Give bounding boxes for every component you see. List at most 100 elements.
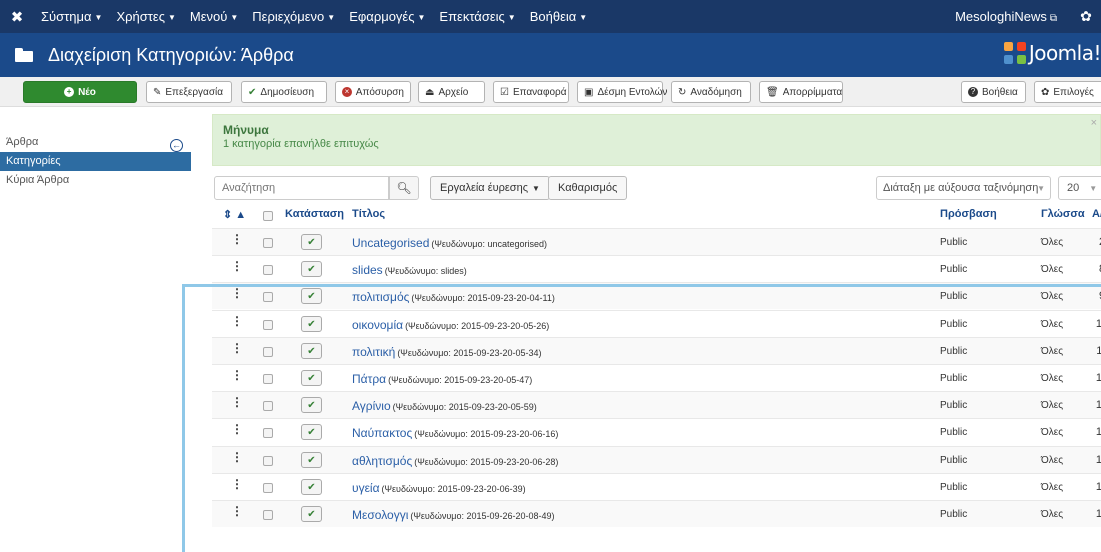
menu-menus[interactable]: Μενού ▼ <box>183 9 245 24</box>
header-id[interactable]: Α/Α <box>1092 208 1101 220</box>
menu-extensions[interactable]: Επεκτάσεις ▼ <box>432 9 522 24</box>
published-status-button[interactable]: ✔ <box>301 506 322 522</box>
drag-handle-icon[interactable]: ⋮ <box>231 369 243 381</box>
drag-handle-icon[interactable]: ⋮ <box>231 423 243 435</box>
row-checkbox[interactable] <box>263 483 273 493</box>
row-checkbox[interactable] <box>263 238 273 248</box>
header-access[interactable]: Πρόσβαση <box>940 208 997 220</box>
menu-users[interactable]: Χρήστες ▼ <box>109 9 182 24</box>
row-checkbox[interactable] <box>263 510 273 520</box>
category-title-link[interactable]: Πάτρα <box>352 372 386 386</box>
published-status-button[interactable]: ✔ <box>301 343 322 359</box>
drag-handle-icon[interactable]: ⋮ <box>231 505 243 517</box>
category-alias: (Ψευδώνυμο: 2015-09-23-20-04-11) <box>411 293 555 303</box>
help-icon: ? <box>968 87 978 97</box>
trash-button[interactable]: 🗑 Απορρίμματα <box>759 81 843 103</box>
published-status-button[interactable]: ✔ <box>301 261 322 277</box>
sidebar-item-featured[interactable]: Κύρια Άρθρα <box>0 171 191 190</box>
published-status-button[interactable]: ✔ <box>301 479 322 495</box>
clear-button[interactable]: Καθαρισμός <box>548 176 628 200</box>
help-button[interactable]: ? Βοήθεια <box>961 81 1026 103</box>
drag-handle-icon[interactable]: ⋮ <box>231 260 243 272</box>
category-title-link[interactable]: αθλητισμός <box>352 454 412 468</box>
search-icon: 🔍︎ <box>396 181 412 195</box>
row-checkbox[interactable] <box>263 320 273 330</box>
header-language[interactable]: Γλώσσα <box>1041 208 1085 220</box>
category-title-link[interactable]: οικονομία <box>352 318 403 332</box>
row-checkbox[interactable] <box>263 265 273 275</box>
category-title-link[interactable]: Uncategorised <box>352 236 429 250</box>
drag-handle-icon[interactable]: ⋮ <box>231 478 243 490</box>
unpublish-button[interactable]: × Απόσυρση <box>335 81 411 103</box>
edit-button[interactable]: ✎ Επεξεργασία <box>146 81 232 103</box>
menu-system[interactable]: Σύστημα ▼ <box>34 9 109 24</box>
published-status-button[interactable]: ✔ <box>301 370 322 386</box>
check-icon: ✔ <box>307 508 316 520</box>
close-icon[interactable]: × <box>1091 117 1097 129</box>
gear-icon[interactable]: ✿ <box>1071 8 1101 25</box>
ordering-sort-icon[interactable]: ⇕ ▲ <box>223 208 246 221</box>
archive-button[interactable]: ⏏ Αρχείο <box>418 81 485 103</box>
row-checkbox[interactable] <box>263 374 273 384</box>
category-alias: (Ψευδώνυμο: 2015-09-23-20-06-28) <box>414 457 559 467</box>
category-title-link[interactable]: Μεσολογγι <box>352 508 408 522</box>
published-status-button[interactable]: ✔ <box>301 397 322 413</box>
drag-handle-icon[interactable]: ⋮ <box>231 396 243 408</box>
sidebar-list: Άρθρα Κατηγορίες Κύρια Άρθρα <box>0 133 191 190</box>
category-alias: (Ψευδώνυμο: uncategorised) <box>431 239 548 249</box>
rebuild-button[interactable]: ↻ Αναδόμηση <box>671 81 751 103</box>
header-status[interactable]: Κατάσταση <box>285 208 344 220</box>
published-status-button[interactable]: ✔ <box>301 288 322 304</box>
row-checkbox[interactable] <box>263 456 273 466</box>
row-checkbox[interactable] <box>263 347 273 357</box>
success-message: Μήνυμα 1 κατηγορία επανήλθε επιτυχώς × <box>212 114 1101 166</box>
new-button[interactable]: + Νέο <box>23 81 137 103</box>
limit-select[interactable]: 20 ▼ <box>1058 176 1101 200</box>
drag-handle-icon[interactable]: ⋮ <box>231 451 243 463</box>
select-all-checkbox[interactable] <box>263 211 273 221</box>
checkin-button[interactable]: ☑ Επαναφορά <box>493 81 569 103</box>
category-title-link[interactable]: Αγρίνιο <box>352 399 391 413</box>
drag-handle-icon[interactable]: ⋮ <box>231 233 243 245</box>
drag-handle-icon[interactable]: ⋮ <box>231 287 243 299</box>
batch-button[interactable]: ▣ Δέσμη Εντολών <box>577 81 667 103</box>
row-checkbox[interactable] <box>263 428 273 438</box>
category-alias: (Ψευδώνυμο: 2015-09-23-20-06-39) <box>381 484 526 494</box>
options-button[interactable]: ✿ Επιλογές <box>1034 81 1101 103</box>
menu-content[interactable]: Περιεχόμενο ▼ <box>245 9 342 24</box>
site-link[interactable]: MesologhiNews ⧉ <box>955 9 1071 24</box>
search-tools-button[interactable]: Εργαλεία έυρεσης ▼ <box>430 176 550 200</box>
published-status-button[interactable]: ✔ <box>301 316 322 332</box>
published-status-button[interactable]: ✔ <box>301 452 322 468</box>
title-cell: Μεσολογγι (Ψευδώνυμο: 2015-09-26-20-08-49… <box>352 508 555 522</box>
table-row: ⋮ ✔ Uncategorised (Ψευδώνυμο: uncategorised… <box>212 228 1101 255</box>
category-alias: (Ψευδώνυμο: 2015-09-23-20-05-47) <box>388 375 533 385</box>
row-checkbox[interactable] <box>263 401 273 411</box>
plus-icon: + <box>64 87 75 97</box>
category-title-link[interactable]: slides <box>352 263 383 277</box>
search-input[interactable] <box>214 176 389 200</box>
menu-components[interactable]: Εφαρμογές ▼ <box>342 9 432 24</box>
row-checkbox[interactable] <box>263 292 273 302</box>
sidebar-item-categories[interactable]: Κατηγορίες <box>0 152 191 171</box>
title-cell: οικονομία (Ψευδώνυμο: 2015-09-23-20-05-26… <box>352 318 549 332</box>
header-title[interactable]: Τίτλος <box>352 208 385 220</box>
category-title-link[interactable]: πολιτισμός <box>352 290 409 304</box>
sidebar-item-articles[interactable]: Άρθρα <box>0 133 191 152</box>
category-title-link[interactable]: Ναύπακτος <box>352 426 412 440</box>
publish-button[interactable]: ✔ Δημοσίευση <box>241 81 327 103</box>
drag-handle-icon[interactable]: ⋮ <box>231 315 243 327</box>
sort-select[interactable]: Διάταξη με αύξουσα ταξινόμηση ▼ <box>876 176 1051 200</box>
menu-help[interactable]: Βοήθεια ▼ <box>523 9 594 24</box>
published-status-button[interactable]: ✔ <box>301 234 322 250</box>
search-button[interactable]: 🔍︎ <box>389 176 419 200</box>
drag-handle-icon[interactable]: ⋮ <box>231 342 243 354</box>
category-title-link[interactable]: πολιτική <box>352 345 395 359</box>
category-title-link[interactable]: υγεία <box>352 481 380 495</box>
access-level: Public <box>940 291 968 302</box>
folder-icon <box>15 48 33 62</box>
joomla-menu-icon[interactable]: ✖ <box>0 8 34 26</box>
unpublish-icon: × <box>342 87 352 97</box>
joomla-mark-icon <box>1003 42 1026 64</box>
published-status-button[interactable]: ✔ <box>301 424 322 440</box>
